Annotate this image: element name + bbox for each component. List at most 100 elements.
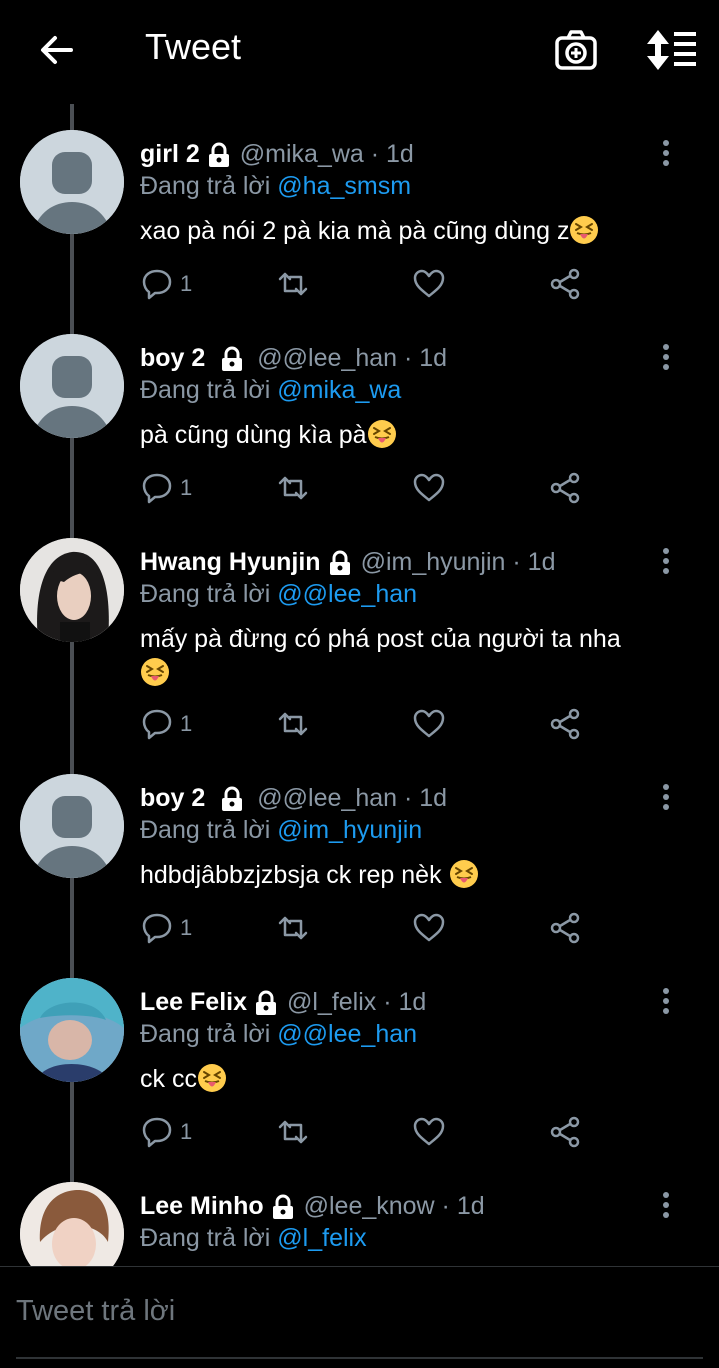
author-name[interactable]: girl 2 (140, 140, 200, 169)
reply-count: 1 (180, 711, 193, 736)
retweet-icon (278, 712, 308, 736)
replying-to: Đang trả lời @@lee_han (140, 580, 417, 609)
avatar[interactable] (20, 978, 124, 1082)
reply-icon (142, 709, 172, 740)
share-button[interactable] (548, 706, 582, 742)
tweet-item[interactable]: Lee Minho @lee_know · 1d Đang trả lời @l… (0, 1182, 719, 1266)
reply-button[interactable]: 1 (140, 266, 192, 302)
lock-icon (272, 1194, 293, 1219)
tweet-item[interactable]: Lee Felix @l_felix · 1d Đang trả lời @@l… (0, 978, 719, 1178)
replying-to-handle[interactable]: @l_felix (277, 1224, 366, 1252)
back-button[interactable] (34, 28, 78, 72)
author-name[interactable]: Lee Felix (140, 988, 247, 1017)
retweet-button[interactable] (276, 910, 310, 946)
replying-to-label: Đang trả lời (140, 580, 271, 608)
replying-to-label: Đang trả lời (140, 1224, 271, 1252)
replying-to-label: Đang trả lời (140, 816, 271, 844)
share-icon (550, 268, 580, 300)
replying-to: Đang trả lời @mika_wa (140, 376, 401, 405)
like-button[interactable] (412, 910, 446, 946)
reply-icon (142, 473, 172, 504)
lock-icon (256, 990, 276, 1015)
heart-icon (413, 1117, 445, 1146)
share-button[interactable] (548, 470, 582, 506)
author-name[interactable]: Hwang Hyunjin (140, 548, 321, 577)
lock-icon (208, 142, 229, 167)
author-handle-time: @im_hyunjin · 1d (360, 548, 556, 576)
avatar[interactable] (20, 334, 124, 438)
more-vertical-icon[interactable] (656, 546, 676, 576)
more-vertical-icon[interactable] (656, 342, 676, 372)
replying-to-handle[interactable]: @ha_smsm (277, 172, 411, 200)
author-row: Lee Minho @lee_know · 1d (140, 1192, 485, 1221)
retweet-button[interactable] (276, 1114, 310, 1150)
reply-input[interactable]: Tweet trả lời (16, 1295, 175, 1328)
camera-button[interactable] (552, 28, 600, 72)
camera-plus-icon (555, 30, 597, 70)
tweet-text: hdbdjâbbzjzbsja ck rep nèk (140, 858, 680, 892)
tweet-text-content: hdbdjâbbzjzbsja ck rep nèk (140, 861, 449, 889)
retweet-button[interactable] (276, 706, 310, 742)
heart-icon (413, 709, 445, 738)
reply-button[interactable]: 1 (140, 1114, 192, 1150)
author-row: boy 2 @@lee_han · 1d (140, 344, 447, 373)
avatar[interactable] (20, 538, 124, 642)
share-button[interactable] (548, 1114, 582, 1150)
replying-to: Đang trả lời @l_felix (140, 1224, 367, 1253)
retweet-icon (278, 916, 308, 940)
heart-icon (413, 473, 445, 502)
tweet-text-content: xao pà nói 2 pà kia mà pà cũng dùng z (140, 217, 570, 245)
like-button[interactable] (412, 1114, 446, 1150)
tweet-actions: 1 (140, 266, 600, 306)
retweet-button[interactable] (276, 266, 310, 302)
reply-button[interactable]: 1 (140, 910, 192, 946)
author-name[interactable]: boy 2 (140, 784, 205, 813)
retweet-button[interactable] (276, 470, 310, 506)
tweet-item[interactable]: boy 2 @@lee_han · 1d Đang trả lời @im_hy… (0, 774, 719, 974)
replying-to-label: Đang trả lời (140, 376, 271, 404)
tweet-item[interactable]: boy 2 @@lee_han · 1d Đang trả lời @mika_… (0, 334, 719, 534)
more-vertical-icon[interactable] (656, 986, 676, 1016)
reply-composer: Tweet trả lời (0, 1266, 719, 1368)
more-vertical-icon[interactable] (656, 1190, 676, 1220)
replying-to-handle[interactable]: @@lee_han (277, 580, 417, 608)
replying-to: Đang trả lời @ha_smsm (140, 172, 411, 201)
share-button[interactable] (548, 266, 582, 302)
tweet-text: ck cc (140, 1062, 680, 1096)
author-name[interactable]: Lee Minho (140, 1192, 264, 1221)
more-vertical-icon[interactable] (656, 782, 676, 812)
profile-photo (20, 1182, 124, 1266)
replying-to-handle[interactable]: @im_hyunjin (277, 816, 422, 844)
tweet-text-content: pà cũng dùng kìa pà (140, 421, 367, 449)
like-button[interactable] (412, 266, 446, 302)
more-vertical-icon[interactable] (656, 138, 676, 168)
avatar[interactable] (20, 774, 124, 878)
replying-to: Đang trả lời @im_hyunjin (140, 816, 422, 845)
tweet-item[interactable]: Hwang Hyunjin @im_hyunjin · 1d Đang trả … (0, 538, 719, 770)
author-name[interactable]: boy 2 (140, 344, 205, 373)
tweet-text-content: ck cc (140, 1065, 197, 1093)
reply-icon (142, 913, 172, 944)
like-button[interactable] (412, 470, 446, 506)
reply-button[interactable]: 1 (140, 706, 192, 742)
reply-button[interactable]: 1 (140, 470, 192, 506)
author-row: girl 2 @mika_wa · 1d (140, 140, 414, 169)
squinting-tongue-emoji (197, 1064, 226, 1092)
squinting-tongue-emoji (570, 216, 599, 244)
author-handle-time: @mika_wa · 1d (239, 140, 414, 168)
input-underline (16, 1357, 703, 1359)
share-button[interactable] (548, 910, 582, 946)
replying-to-handle[interactable]: @@lee_han (277, 1020, 417, 1048)
tweet-actions: 1 (140, 470, 600, 510)
avatar[interactable] (20, 130, 124, 234)
replying-to: Đang trả lời @@lee_han (140, 1020, 417, 1049)
replying-to-handle[interactable]: @mika_wa (277, 376, 401, 404)
tweet-actions: 1 (140, 1114, 600, 1154)
avatar[interactable] (20, 1182, 124, 1266)
sort-button[interactable] (646, 28, 698, 72)
like-button[interactable] (412, 706, 446, 742)
tweet-text: mấy pà đừng có phá post của người ta nha (140, 622, 680, 690)
page-title: Tweet (145, 26, 242, 67)
tweet-item[interactable]: girl 2 @mika_wa · 1d Đang trả lời @ha_sm… (0, 130, 719, 330)
default-avatar-icon (20, 334, 124, 438)
